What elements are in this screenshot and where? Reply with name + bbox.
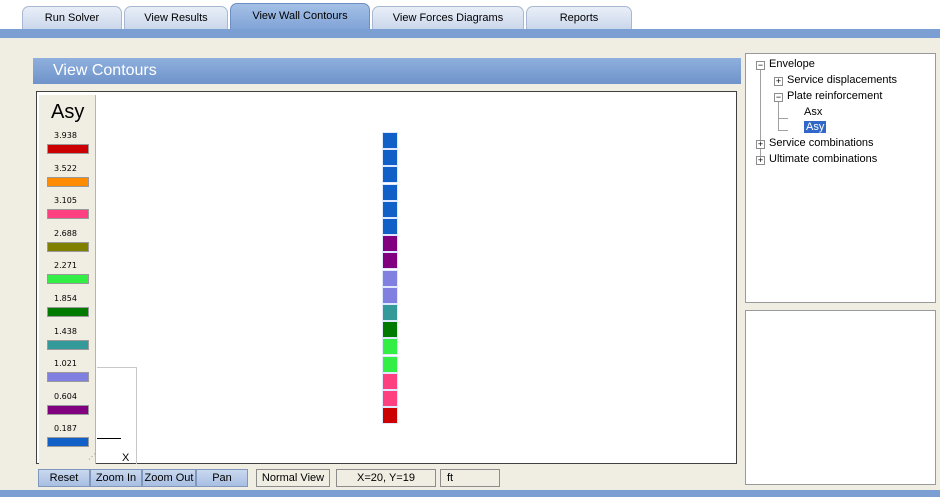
units-field: ft — [440, 469, 500, 487]
legend-swatch — [47, 176, 89, 187]
tree-item-service-combinations[interactable]: Service combinations — [769, 137, 874, 149]
tree-item-envelope[interactable]: Envelope — [769, 58, 815, 70]
tab-view-results[interactable]: View Results — [124, 6, 228, 30]
axis-x-label: X — [122, 452, 130, 464]
wall-contour-cell — [382, 183, 398, 201]
wall-contour-cell — [382, 269, 398, 287]
collapse-plate-reinforcement-icon[interactable]: − — [774, 93, 783, 102]
view-mode-field[interactable]: Normal View — [256, 469, 330, 487]
wall-contour-cell — [382, 321, 398, 339]
legend-value: 0.187 — [54, 424, 77, 434]
coordinates-readout: X=20, Y=19 — [336, 469, 436, 487]
collapse-envelope-icon[interactable]: − — [756, 61, 765, 70]
wall-contour-cell — [382, 304, 398, 321]
pan-button[interactable]: Pan — [196, 469, 248, 487]
legend-value: 1.854 — [54, 294, 77, 303]
legend-value: 1.438 — [54, 326, 77, 336]
zoom-out-button[interactable]: Zoom Out — [142, 469, 196, 487]
wall-contour-cell — [382, 218, 398, 235]
wall-contour-cell — [382, 407, 398, 425]
wall-contour-cell — [382, 355, 398, 373]
wall-contour-cell — [382, 338, 398, 356]
wall-contour-cell — [382, 132, 398, 149]
reset-button[interactable]: Reset — [38, 469, 90, 487]
tree-line — [778, 130, 788, 131]
expand-service-combinations-icon[interactable]: + — [756, 140, 765, 149]
resize-grip-icon[interactable]: ⋰ — [88, 452, 96, 461]
wall-contour-cell — [382, 372, 398, 390]
wall-contour-cell — [382, 149, 398, 167]
tree-item-asx[interactable]: Asx — [804, 106, 822, 118]
legend-swatch — [47, 144, 89, 154]
tree-line — [778, 102, 779, 130]
tree-item-plate-reinforcement[interactable]: Plate reinforcement — [787, 90, 882, 102]
legend-value: 3.522 — [54, 163, 77, 173]
tab-view-wall-contours[interactable]: View Wall Contours — [230, 3, 370, 30]
wall-contour-cell — [382, 235, 398, 253]
legend-value: 1.021 — [54, 359, 77, 369]
legend-swatch — [47, 274, 89, 285]
tree-item-asy[interactable]: Asy — [804, 121, 827, 133]
wall-contour-cell — [382, 252, 398, 270]
legend-value: 3.938 — [54, 131, 77, 140]
legend-swatch — [47, 404, 89, 415]
tab-run-solver[interactable]: Run Solver — [22, 6, 122, 30]
wall-contour-cell — [382, 166, 398, 184]
axis-x-line — [97, 438, 121, 439]
legend-swatch — [47, 339, 89, 350]
contour-drawing-area[interactable]: X — [97, 95, 738, 464]
legend-swatch — [47, 437, 89, 448]
legend-swatch — [47, 372, 89, 383]
tab-view-forces-diagrams[interactable]: View Forces Diagrams — [372, 6, 524, 30]
expand-service-displacements-icon[interactable]: + — [774, 77, 783, 86]
tab-strip — [0, 29, 940, 38]
expand-ultimate-combinations-icon[interactable]: + — [756, 156, 765, 165]
legend-title: Asy — [51, 101, 85, 123]
legend-value: 3.105 — [54, 196, 77, 206]
tab-bar: Run Solver View Results View Wall Contou… — [0, 0, 940, 30]
tree-item-service-displacements[interactable]: Service displacements — [787, 74, 897, 86]
details-panel — [745, 310, 936, 485]
results-tree: − Envelope + Service displacements − Pla… — [745, 53, 936, 303]
tab-reports[interactable]: Reports — [526, 6, 632, 30]
legend-value: 0.604 — [54, 391, 77, 401]
wall-contour-cell — [382, 286, 398, 304]
tree-line — [778, 118, 788, 119]
legend-swatch — [47, 241, 89, 252]
wall-contour-cell — [382, 390, 398, 407]
wall-contour-cell — [382, 200, 398, 218]
legend-swatch — [47, 307, 89, 317]
axis-indicator — [97, 367, 137, 464]
legend-value: 2.688 — [54, 228, 77, 238]
contour-legend: Asy 3.938 3.522 3.105 2.688 2.271 1.854 1.438 1… — [39, 95, 96, 464]
panel-title: View Contours — [33, 58, 741, 84]
zoom-in-button[interactable]: Zoom In — [90, 469, 142, 487]
frame-bottom-bar — [0, 490, 940, 497]
tree-item-ultimate-combinations[interactable]: Ultimate combinations — [769, 153, 877, 165]
legend-value: 2.271 — [54, 261, 77, 271]
legend-swatch — [47, 209, 89, 220]
